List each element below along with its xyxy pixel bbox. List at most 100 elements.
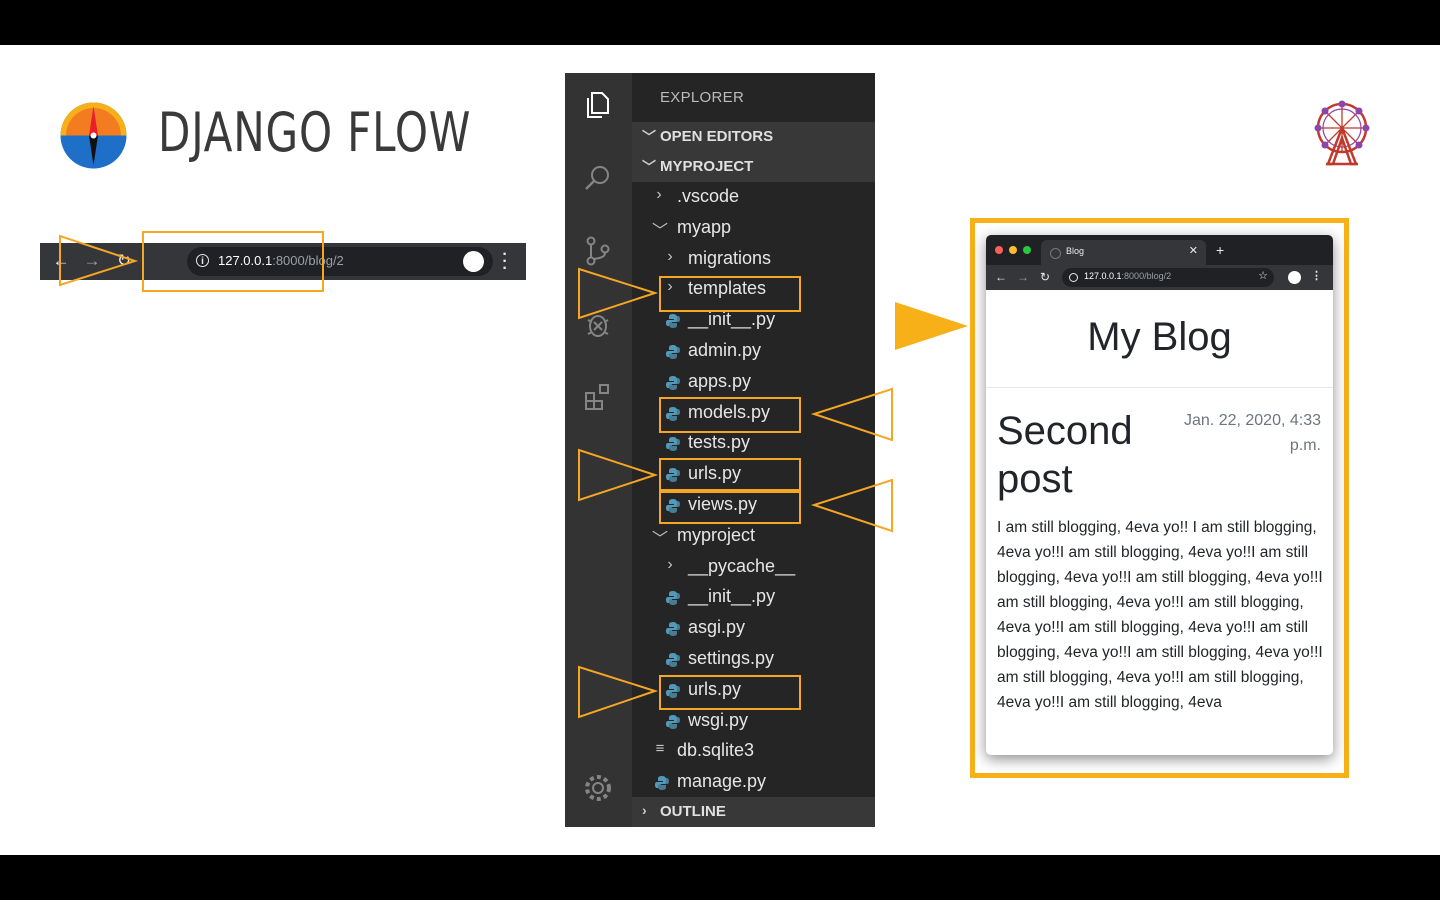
tree-folder[interactable]: › .vscode: [632, 183, 875, 213]
chevron-right-icon: ›: [642, 802, 647, 818]
chevron-right-icon: ›: [667, 247, 673, 265]
address-bar[interactable]: i 127.0.0.1:8000/blog/2 ☆: [187, 247, 493, 276]
tree-file[interactable]: views.py: [632, 491, 875, 521]
back-arrow-icon[interactable]: ←: [995, 270, 1007, 284]
close-window-icon[interactable]: [995, 246, 1003, 254]
tree-file[interactable]: urls.py: [632, 676, 875, 706]
chevron-down-icon: ﹀: [652, 530, 669, 548]
tree-file[interactable]: apps.py: [632, 368, 875, 398]
maximize-window-icon[interactable]: [1023, 246, 1031, 254]
activity-bar: [565, 73, 632, 827]
browser-tab[interactable]: Blog ✕: [1041, 240, 1206, 265]
python-file-icon: [666, 714, 680, 729]
minimize-window-icon[interactable]: [1009, 246, 1017, 254]
python-file-icon: [666, 314, 680, 329]
tab-bar: Blog ✕ +: [986, 235, 1333, 265]
debug-icon[interactable]: [580, 306, 616, 342]
chevron-right-icon: ›: [667, 278, 673, 296]
search-icon[interactable]: [580, 160, 616, 196]
back-arrow-icon[interactable]: ←: [52, 252, 70, 270]
info-icon[interactable]: [1069, 273, 1078, 282]
tree-folder[interactable]: › __pycache__: [632, 553, 875, 583]
tree-folder[interactable]: › templates: [632, 275, 875, 305]
forward-arrow-icon[interactable]: →: [1017, 270, 1029, 284]
vscode-window: EXPLORER ﹀ OPEN EDITORS ﹀ MYPROJECT › .vs…: [565, 73, 875, 827]
tree-item-label: templates: [688, 278, 767, 299]
post-date: Jan. 22, 2020, 4:33 p.m.: [1184, 412, 1321, 454]
tree-file[interactable]: __init__.py: [632, 583, 875, 613]
files-icon[interactable]: [580, 87, 616, 123]
tree-item-label: models.py: [688, 401, 771, 422]
compass-logo-icon: [60, 102, 127, 169]
address-bar[interactable]: 127.0.0.1:8000/blog/2 ☆: [1062, 268, 1274, 287]
profile-avatar[interactable]: [463, 251, 484, 272]
chevron-right-icon: ›: [656, 186, 662, 203]
python-file-icon: [666, 591, 680, 606]
browser-toolbar: ← → ↻ i 127.0.0.1:8000/blog/2 ☆ ···: [40, 243, 526, 280]
python-file-icon: [666, 406, 680, 421]
python-file-icon: [666, 375, 680, 390]
tree-item-label: __pycache__: [688, 555, 796, 576]
python-file-icon: [666, 437, 680, 452]
tree-item-label: wsgi.py: [688, 709, 749, 730]
info-icon[interactable]: i: [196, 254, 209, 267]
tree-file[interactable]: tests.py: [632, 429, 875, 459]
python-file-icon: [666, 499, 680, 513]
bookmark-star-icon[interactable]: ☆: [1258, 269, 1268, 282]
text-file-icon: ≡: [655, 740, 665, 758]
tab-title: Blog: [1066, 246, 1085, 256]
close-tab-icon[interactable]: ✕: [1189, 244, 1198, 257]
explorer-header: EXPLORER: [660, 89, 745, 106]
browser-nav-bar: ← → ↻ 127.0.0.1:8000/blog/2 ☆ ⋮: [986, 265, 1333, 290]
tree-file[interactable]: asgi.py: [632, 614, 875, 644]
chevron-down-icon: ﹀: [652, 222, 669, 240]
chevron-down-icon: ﹀: [642, 159, 656, 175]
tree-item-label: .vscode: [677, 186, 740, 206]
tree-file[interactable]: models.py: [632, 399, 875, 429]
python-file-icon: [666, 683, 680, 698]
profile-avatar[interactable]: [1288, 271, 1301, 284]
section-project[interactable]: ﹀ MYPROJECT: [632, 152, 875, 182]
tree-file[interactable]: manage.py: [632, 768, 875, 798]
new-tab-icon[interactable]: +: [1216, 242, 1224, 258]
python-file-icon: [666, 622, 680, 637]
forward-arrow-icon[interactable]: →: [83, 252, 101, 270]
reload-icon[interactable]: ↻: [115, 252, 133, 270]
tree-item-label: views.py: [688, 494, 758, 514]
tree-folder[interactable]: ﹀ myapp: [632, 214, 875, 244]
chevron-down-icon: ﹀: [642, 129, 656, 145]
slide-title: DJANGO FLOW: [158, 101, 472, 164]
tree-item-label: admin.py: [688, 340, 762, 360]
address-text: 127.0.0.1:8000/blog/2: [218, 253, 344, 268]
favicon-icon: [1050, 248, 1061, 259]
python-file-icon: [666, 468, 680, 483]
tree-file[interactable]: ≡ db.sqlite3: [632, 737, 875, 767]
kebab-menu-icon[interactable]: · · ·: [500, 247, 510, 277]
ferris-wheel-icon: [1314, 100, 1370, 166]
address-text: 127.0.0.1:8000/blog/2: [1084, 271, 1172, 281]
tree-file[interactable]: admin.py: [632, 337, 875, 367]
divider: [986, 387, 1333, 388]
site-title: My Blog: [1087, 315, 1232, 359]
settings-gear-icon[interactable]: [580, 770, 616, 806]
tree-item-label: manage.py: [677, 771, 767, 792]
python-file-icon: [666, 653, 680, 667]
tree-folder[interactable]: ﹀ myproject: [632, 522, 875, 552]
tree-folder[interactable]: › migrations: [632, 245, 875, 275]
reload-icon[interactable]: ↻: [1040, 270, 1050, 284]
kebab-menu-icon[interactable]: ⋮: [1311, 269, 1322, 282]
post-body: I am still blogging, 4eva yo!! I am stil…: [997, 519, 1323, 711]
python-file-icon: [655, 776, 669, 791]
section-open-editors[interactable]: ﹀ OPEN EDITORS: [632, 122, 875, 152]
source-control-icon[interactable]: [580, 233, 616, 269]
tree-file[interactable]: settings.py: [632, 645, 875, 675]
tree-file[interactable]: __init__.py: [632, 306, 875, 336]
tree-item-label: __init__.py: [688, 309, 776, 330]
tree-file[interactable]: wsgi.py: [632, 707, 875, 737]
tree-item-label: db.sqlite3: [677, 740, 755, 761]
tree-item-label: tests.py: [688, 432, 751, 453]
tree-file[interactable]: urls.py: [632, 460, 875, 490]
extensions-icon[interactable]: [580, 379, 616, 415]
tree-item-label: myproject: [677, 524, 756, 545]
section-outline[interactable]: › OUTLINE: [632, 797, 875, 827]
